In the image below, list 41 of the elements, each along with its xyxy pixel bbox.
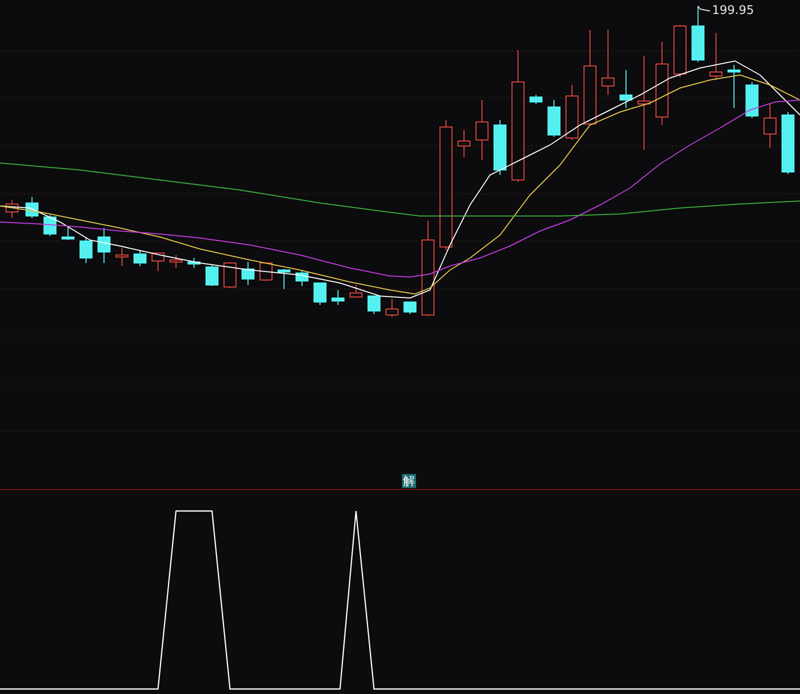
- rising-candle: [458, 130, 470, 158]
- falling-candle: [44, 214, 56, 236]
- falling-candle: [80, 238, 92, 264]
- falling-candle: [692, 6, 704, 62]
- falling-candle: [206, 264, 218, 286]
- rising-candle: [602, 30, 614, 96]
- rising-candle: [476, 100, 488, 160]
- price-label: 199.95: [712, 3, 754, 17]
- falling-candle: [746, 82, 758, 118]
- rising-candle: [170, 254, 182, 268]
- falling-candle: [62, 226, 74, 240]
- falling-candle: [26, 196, 38, 218]
- rising-candle: [224, 262, 236, 288]
- falling-candle: [278, 268, 290, 290]
- rising-candle: [152, 252, 164, 272]
- falling-candle: [620, 70, 632, 108]
- falling-candle: [134, 250, 146, 266]
- falling-candle: [368, 296, 380, 314]
- falling-candle: [314, 282, 326, 306]
- falling-candle: [530, 94, 542, 104]
- falling-candle: [404, 302, 416, 314]
- falling-candle: [296, 270, 308, 286]
- signal-badge: 解: [402, 474, 416, 488]
- rising-candle: [350, 284, 362, 298]
- falling-candle: [782, 112, 794, 174]
- falling-candle: [494, 120, 506, 176]
- falling-candle: [332, 290, 344, 306]
- falling-candle: [188, 258, 200, 268]
- falling-candle: [548, 100, 560, 138]
- rising-candle: [6, 200, 18, 218]
- rising-candle: [710, 32, 722, 80]
- leader-line: [698, 6, 710, 12]
- falling-candle: [242, 262, 254, 286]
- rising-candle: [566, 84, 578, 140]
- falling-candle: [98, 228, 110, 264]
- falling-candle: [728, 64, 740, 108]
- rising-candle: [260, 262, 272, 282]
- rising-candle: [386, 298, 398, 318]
- rising-candle: [764, 102, 776, 148]
- rising-candle: [116, 248, 128, 266]
- rising-candle: [674, 24, 686, 78]
